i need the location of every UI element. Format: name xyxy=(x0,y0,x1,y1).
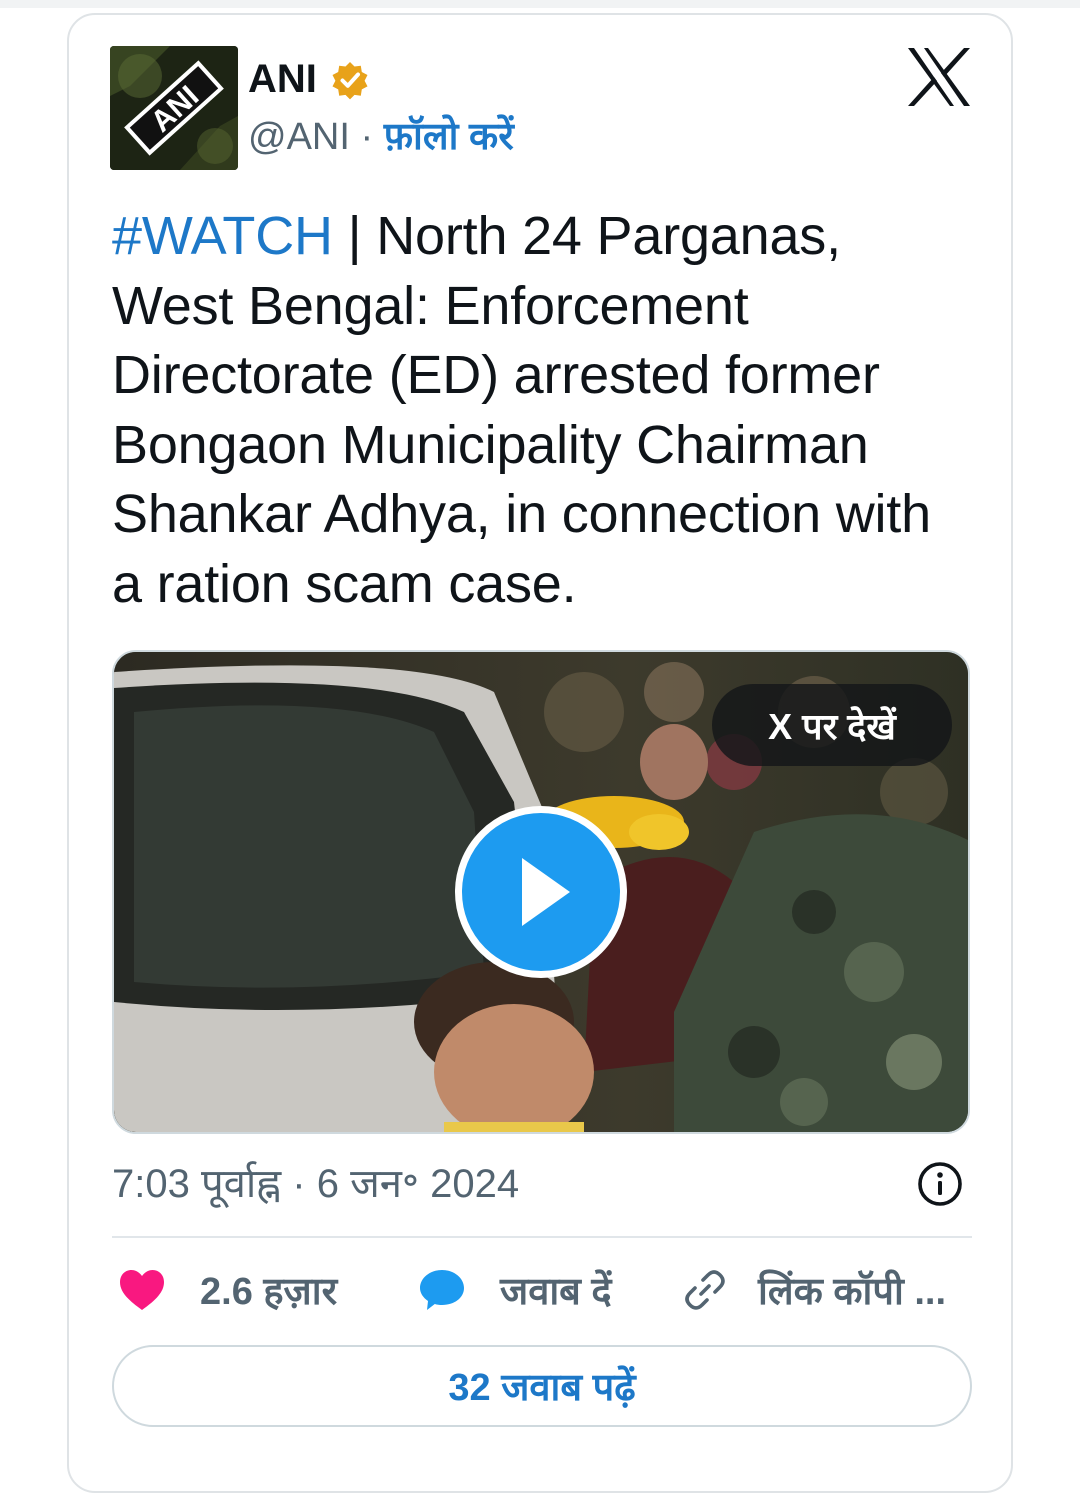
speech-bubble-icon xyxy=(420,1270,464,1310)
x-logo-icon[interactable] xyxy=(906,46,972,108)
link-icon xyxy=(685,1270,725,1310)
info-icon[interactable] xyxy=(916,1160,964,1208)
play-icon xyxy=(522,858,570,926)
avatar[interactable]: ANI xyxy=(110,46,238,170)
top-strip xyxy=(0,0,1080,8)
reply-button[interactable]: जवाब दें xyxy=(418,1262,612,1318)
like-count: 2.6 हज़ार xyxy=(200,1271,338,1313)
timestamp[interactable]: 7:03 पूर्वाह्न · 6 जन॰ 2024 xyxy=(112,1160,519,1208)
verified-badge-icon xyxy=(332,62,368,100)
view-on-x-button[interactable]: X पर देखें xyxy=(712,684,952,766)
reply-label: जवाब दें xyxy=(500,1271,612,1313)
display-name[interactable]: ANI xyxy=(248,56,317,102)
tweet-text: #WATCH | North 24 Parganas, West Bengal:… xyxy=(112,202,972,619)
separator: · xyxy=(360,116,374,158)
ani-logo-icon: ANI xyxy=(110,46,238,170)
like-button[interactable]: 2.6 हज़ार xyxy=(118,1262,337,1318)
hashtag-link[interactable]: #WATCH xyxy=(112,206,333,266)
follow-button[interactable]: फ़ॉलो करें xyxy=(384,116,514,158)
handle-row: @ANI · फ़ॉलो करें xyxy=(248,114,514,160)
read-replies-button[interactable]: 32 जवाब पढ़ें xyxy=(112,1345,972,1427)
heart-icon xyxy=(120,1270,164,1310)
copy-link-label: लिंक कॉपी ... xyxy=(758,1271,947,1313)
play-button[interactable] xyxy=(455,806,627,978)
tweet-body: | North 24 Parganas, West Bengal: Enforc… xyxy=(112,206,931,614)
divider xyxy=(112,1236,972,1238)
handle[interactable]: @ANI xyxy=(248,116,350,158)
copy-link-button[interactable]: लिंक कॉपी ... xyxy=(682,1262,946,1318)
